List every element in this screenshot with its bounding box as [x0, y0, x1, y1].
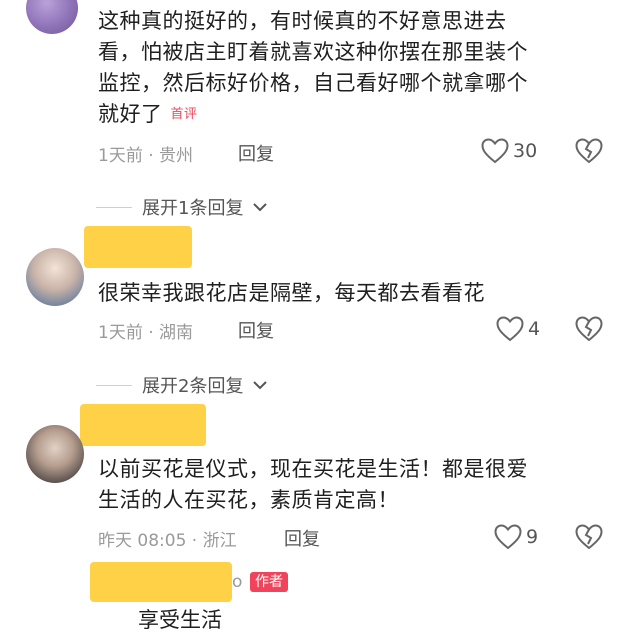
like-count: 30 [513, 140, 538, 162]
chevron-down-icon [253, 381, 268, 390]
username-redaction [90, 562, 232, 602]
avatar[interactable] [26, 425, 84, 483]
expand-replies-button[interactable]: 展开1条回复 [96, 194, 268, 220]
heart-icon [481, 138, 509, 164]
broken-heart-icon[interactable] [575, 316, 603, 342]
chevron-down-icon [253, 203, 268, 212]
username-redaction [80, 404, 206, 446]
comment-line: 就好了 [98, 102, 163, 126]
first-comment-tag: 首评 [170, 107, 198, 122]
heart-icon [494, 524, 522, 550]
avatar[interactable] [26, 248, 84, 306]
reply-body: 享受生活 [138, 608, 222, 632]
comment-body: 以前买花是仪式，现在买花是生活！都是很爱 生活的人在买花，素质肯定高！ [98, 454, 613, 516]
comment-line: 看，怕被店主盯着就喜欢这种你摆在那里装个 [98, 40, 528, 64]
username-redaction [84, 226, 192, 268]
broken-heart-icon[interactable] [575, 524, 603, 550]
like-button[interactable]: 4 [496, 316, 540, 342]
reply-author-name[interactable]: o [232, 572, 242, 592]
divider [96, 206, 132, 208]
comment-line: 以前买花是仪式，现在买花是生活！都是很爱 [98, 457, 528, 481]
comment-meta: 昨天 08:05 · 浙江 [98, 531, 237, 551]
expand-label: 展开1条回复 [142, 198, 244, 219]
reply-button[interactable]: 回复 [238, 317, 274, 343]
author-badge: 作者 [250, 572, 288, 592]
comment-body: 很荣幸我跟花店是隔壁，每天都去看看花 [98, 278, 608, 309]
divider [96, 384, 132, 386]
comment-line: 这种真的挺好的，有时候真的不好意思进去 [98, 9, 507, 33]
heart-icon [496, 316, 524, 342]
like-count: 4 [528, 318, 541, 340]
expand-label: 展开2条回复 [142, 376, 244, 397]
comment-line: 很荣幸我跟花店是隔壁，每天都去看看花 [98, 281, 485, 305]
reply-button[interactable]: 回复 [284, 525, 320, 551]
expand-replies-button[interactable]: 展开2条回复 [96, 372, 268, 398]
avatar[interactable] [26, 0, 78, 34]
comment-line: 监控，然后标好价格，自己看好哪个就拿哪个 [98, 71, 528, 95]
comment-body: 这种真的挺好的，有时候真的不好意思进去 看，怕被店主盯着就喜欢这种你摆在那里装个… [98, 6, 608, 130]
like-count: 9 [526, 526, 539, 548]
reply-button[interactable]: 回复 [238, 140, 274, 166]
comment-line: 生活的人在买花，素质肯定高！ [98, 488, 399, 512]
like-button[interactable]: 9 [494, 524, 538, 550]
comment-meta: 1天前 · 湖南 [98, 323, 194, 343]
comment-meta: 1天前 · 贵州 [98, 146, 194, 166]
broken-heart-icon[interactable] [575, 138, 603, 164]
like-button[interactable]: 30 [481, 138, 537, 164]
